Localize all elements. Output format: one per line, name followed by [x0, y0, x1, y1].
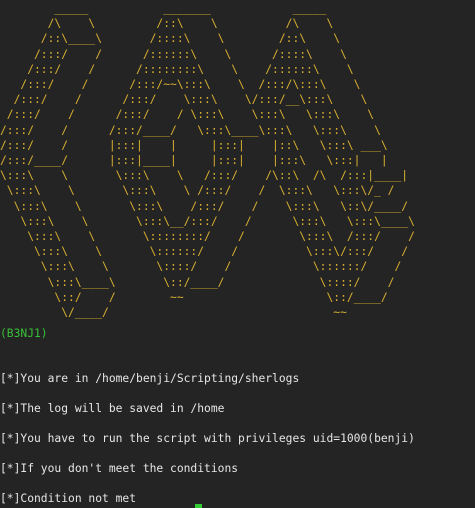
output-line-log-path: [*]The log will be saved in /home [0, 402, 225, 415]
output-line-conditions: [*]If you don't meet the conditions [0, 462, 239, 475]
output-line-location: [*]You are in /home/benji/Scripting/sher… [0, 372, 300, 385]
output-line-privileges: [*]You have to run the script with privi… [0, 432, 415, 445]
ascii-art-logo: _____ _______ _____ /\ \ /::\ \ /\ \ /::… [0, 2, 415, 320]
banner-name: (B3NJ1) [0, 327, 48, 340]
terminal-cursor [195, 504, 202, 508]
terminal-window[interactable]: _____ _______ _____ /\ \ /::\ \ /\ \ /::… [0, 0, 475, 508]
output-line-condition-not-met: [*]Condition not met [0, 492, 137, 505]
